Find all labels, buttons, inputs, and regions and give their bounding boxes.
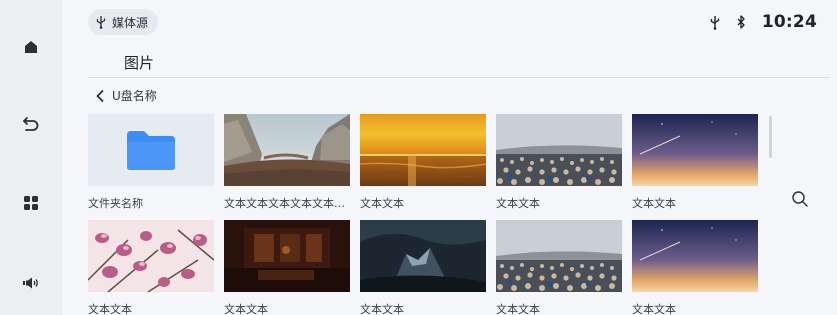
tile-caption: 文本文本 xyxy=(224,303,268,315)
media-screen: 媒体源 10:24 图片 U盘名称 文件夹名称 文本文本文本文本文本文本 文本文… xyxy=(0,0,837,315)
media-source-label: 媒体源 xyxy=(112,15,149,30)
image-thumbnail xyxy=(88,220,214,292)
bluetooth-icon xyxy=(737,15,745,29)
search-icon xyxy=(792,191,808,207)
usb-status-icon xyxy=(710,15,720,30)
tile-caption: 文件夹名称 xyxy=(88,197,143,210)
status-bar: 10:24 xyxy=(710,10,817,34)
tile-caption: 文本文本文本文本文本文本 xyxy=(224,197,350,210)
image-thumbnail xyxy=(496,114,622,186)
media-source-chip[interactable]: 媒体源 xyxy=(88,9,159,35)
image-tile[interactable]: 文本文本 xyxy=(632,114,758,211)
folder-tile[interactable]: 文件夹名称 xyxy=(88,114,214,211)
image-thumbnail xyxy=(632,220,758,292)
clock: 10:24 xyxy=(761,12,817,32)
back-button[interactable] xyxy=(16,108,46,138)
image-tile[interactable]: 文本文本 xyxy=(224,220,350,315)
folder-icon xyxy=(127,131,175,170)
image-thumbnail xyxy=(632,114,758,186)
tile-caption: 文本文本 xyxy=(496,197,540,210)
folder-thumbnail xyxy=(88,114,214,186)
breadcrumb-label: U盘名称 xyxy=(112,89,157,103)
tile-caption: 文本文本 xyxy=(360,197,404,210)
image-tile[interactable]: 文本文本 xyxy=(496,220,622,315)
page-title: 图片 xyxy=(124,54,155,72)
breadcrumb[interactable]: U盘名称 xyxy=(96,87,157,104)
tile-caption: 文本文本 xyxy=(632,197,676,210)
image-tile[interactable]: 文本文本 xyxy=(88,220,214,315)
image-tile[interactable]: 文本文本文本文本文本文本 xyxy=(224,114,350,211)
search-button[interactable] xyxy=(791,190,809,208)
back-icon xyxy=(23,117,39,131)
image-thumbnail xyxy=(224,114,350,186)
usb-icon xyxy=(96,16,106,29)
apps-icon xyxy=(24,196,38,210)
image-tile[interactable]: 文本文本 xyxy=(360,114,486,211)
tile-caption: 文本文本 xyxy=(360,303,404,315)
image-thumbnail xyxy=(360,220,486,292)
scrollbar[interactable] xyxy=(769,116,772,158)
volume-icon xyxy=(23,277,38,289)
tile-caption: 文本文本 xyxy=(632,303,676,315)
image-tile[interactable]: 文本文本 xyxy=(496,114,622,211)
tile-caption: 文本文本 xyxy=(496,303,540,315)
divider xyxy=(88,77,830,78)
home-icon xyxy=(25,41,37,53)
volume-button[interactable] xyxy=(16,268,46,298)
chevron-left-icon xyxy=(96,89,104,102)
image-tile[interactable]: 文本文本 xyxy=(632,220,758,315)
image-thumbnail xyxy=(360,114,486,186)
image-tile[interactable]: 文本文本 xyxy=(360,220,486,315)
apps-button[interactable] xyxy=(16,188,46,218)
sidebar xyxy=(0,0,62,315)
tile-caption: 文本文本 xyxy=(88,303,132,315)
home-button[interactable] xyxy=(16,32,46,62)
main-panel: 媒体源 10:24 图片 U盘名称 文件夹名称 文本文本文本文本文本文本 文本文… xyxy=(62,0,837,315)
image-thumbnail xyxy=(224,220,350,292)
image-thumbnail xyxy=(496,220,622,292)
